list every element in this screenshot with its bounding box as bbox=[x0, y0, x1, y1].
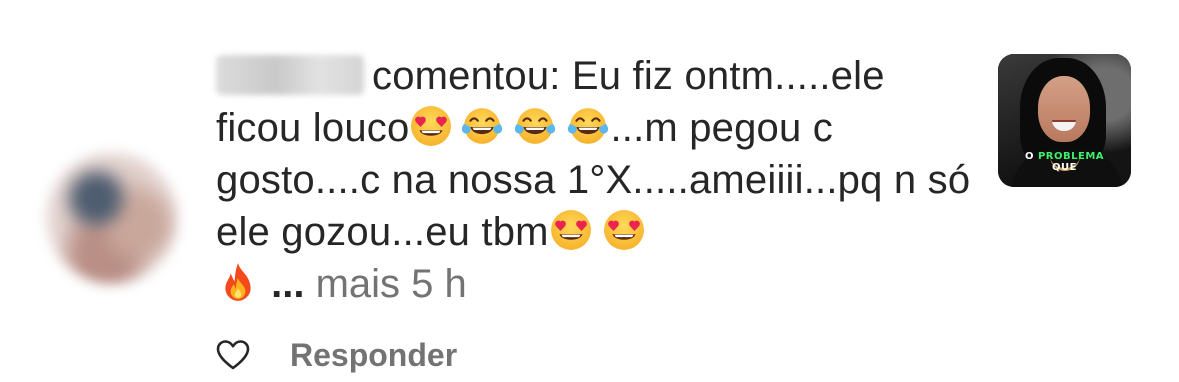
post-thumbnail[interactable]: O PROBLEMA QUE bbox=[998, 54, 1131, 187]
caption-word-que: QUE bbox=[1052, 162, 1077, 173]
thumbnail-face bbox=[1038, 76, 1090, 142]
timestamp: 5 h bbox=[411, 262, 467, 306]
heart-outline-icon[interactable] bbox=[216, 339, 250, 371]
more-link[interactable]: mais bbox=[316, 262, 400, 306]
tears-of-joy-emoji bbox=[461, 105, 503, 147]
fire-emoji bbox=[217, 261, 259, 303]
comment-text: comentou: Eu fiz ontm.....ele ficou louc… bbox=[216, 50, 976, 258]
heart-eyes-emoji bbox=[550, 209, 592, 251]
comment-actions: Responder bbox=[216, 330, 457, 380]
heart-eyes-emoji bbox=[410, 105, 452, 147]
truncation-ellipsis: ... bbox=[271, 262, 305, 306]
comment-notification[interactable]: comentou: Eu fiz ontm.....ele ficou louc… bbox=[0, 0, 1179, 382]
avatar[interactable] bbox=[46, 152, 178, 284]
tears-of-joy-emoji bbox=[514, 105, 556, 147]
thumbnail-caption: O PROBLEMA QUE bbox=[998, 151, 1131, 173]
heart-eyes-emoji bbox=[603, 209, 645, 251]
tears-of-joy-emoji bbox=[567, 105, 609, 147]
caption-word-o: O bbox=[1024, 151, 1038, 162]
comment-meta: ... mais 5 h bbox=[216, 258, 976, 310]
caption-word-problema: PROBLEMA bbox=[1037, 151, 1105, 162]
reply-button[interactable]: Responder bbox=[290, 337, 457, 374]
comment-body: comentou: Eu fiz ontm.....ele ficou louc… bbox=[216, 50, 976, 310]
username-blurred[interactable] bbox=[216, 55, 364, 95]
